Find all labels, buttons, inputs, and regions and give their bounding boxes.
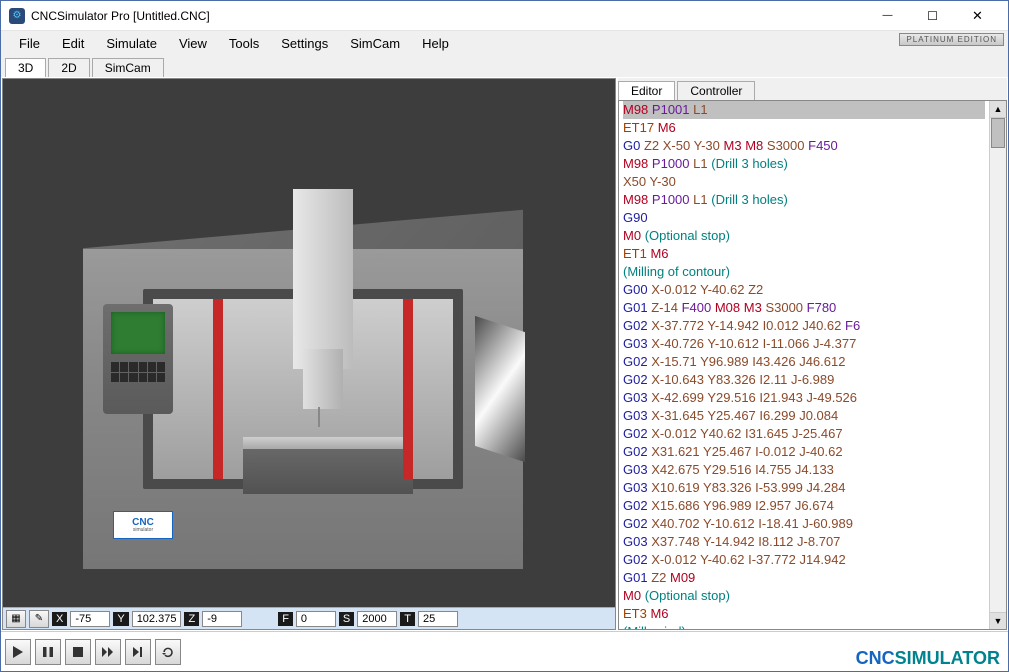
editor-panel: Editor Controller M98 P1001 L1ET17 M6G0 … <box>618 78 1007 630</box>
stop-button[interactable] <box>65 639 91 665</box>
status-mode-icon[interactable]: ▦ <box>6 610 26 628</box>
gcode-line[interactable]: G03 X10.619 Y83.326 I-53.999 J4.284 <box>623 479 985 497</box>
z-label: Z <box>184 612 199 626</box>
step-button[interactable] <box>125 639 151 665</box>
gcode-line[interactable]: G02 X-0.012 Y-40.62 I-37.772 J14.942 <box>623 551 985 569</box>
editor-body: M98 P1001 L1ET17 M6G0 Z2 X-50 Y-30 M3 M8… <box>618 100 1007 630</box>
editor-scrollbar[interactable]: ▲ ▼ <box>989 101 1006 629</box>
machine-logo: CNCsimulator <box>113 511 173 539</box>
menu-bar: File Edit Simulate View Tools Settings S… <box>1 31 1008 55</box>
menu-view[interactable]: View <box>169 34 217 53</box>
menu-edit[interactable]: Edit <box>52 34 94 53</box>
gcode-line[interactable]: G03 X-42.699 Y29.516 I21.943 J-49.526 <box>623 389 985 407</box>
machine-model: CNCsimulator <box>63 169 543 607</box>
status-bar: ▦ ✎ X -75 Y 102.375 Z -9 F 0 S 2000 T 25 <box>3 607 615 629</box>
gcode-line[interactable]: G02 X40.702 Y-10.612 I-18.41 J-60.989 <box>623 515 985 533</box>
tab-simcam[interactable]: SimCam <box>92 58 164 77</box>
t-value: 25 <box>418 611 458 627</box>
y-label: Y <box>113 612 128 626</box>
title-bar: CNCSimulator Pro [Untitled.CNC] <box>1 1 1008 31</box>
menu-file[interactable]: File <box>9 34 50 53</box>
view-tabs: 3D 2D SimCam <box>1 55 1008 77</box>
gcode-line[interactable]: G02 X-10.643 Y83.326 I2.11 J-6.989 <box>623 371 985 389</box>
x-value: -75 <box>70 611 110 627</box>
scroll-down-icon[interactable]: ▼ <box>990 612 1006 629</box>
scroll-up-icon[interactable]: ▲ <box>990 101 1006 118</box>
gcode-line[interactable]: G03 X-31.645 Y25.467 I6.299 J0.084 <box>623 407 985 425</box>
gcode-line[interactable]: ET1 M6 <box>623 245 985 263</box>
tab-controller[interactable]: Controller <box>677 81 755 100</box>
z-value: -9 <box>202 611 242 627</box>
gcode-line[interactable]: G02 X15.686 Y96.989 I2.957 J6.674 <box>623 497 985 515</box>
main-split: CNCsimulator ▦ ✎ X -75 Y 102.375 Z -9 F … <box>1 77 1008 631</box>
gcode-line[interactable]: M98 P1000 L1 (Drill 3 holes) <box>623 191 985 209</box>
s-label: S <box>339 612 354 626</box>
pause-button[interactable] <box>35 639 61 665</box>
t-label: T <box>400 612 415 626</box>
footer-logo: CNCSIMULATOR <box>856 648 1000 669</box>
gcode-line[interactable]: ET3 M6 <box>623 605 985 623</box>
scroll-thumb[interactable] <box>991 118 1005 148</box>
gcode-line[interactable]: G03 X-40.726 Y-10.612 I-11.066 J-4.377 <box>623 335 985 353</box>
gcode-line[interactable]: (Mill spiral) <box>623 623 985 629</box>
tab-2d[interactable]: 2D <box>48 58 89 77</box>
window-title: CNCSimulator Pro [Untitled.CNC] <box>31 9 865 23</box>
gcode-line[interactable]: G00 X-0.012 Y-40.62 Z2 <box>623 281 985 299</box>
gcode-line[interactable]: M0 (Optional stop) <box>623 587 985 605</box>
gcode-line[interactable]: G03 X37.748 Y-14.942 I8.112 J-8.707 <box>623 533 985 551</box>
gcode-line[interactable]: G90 <box>623 209 985 227</box>
gcode-line[interactable]: G02 X-0.012 Y40.62 I31.645 J-25.467 <box>623 425 985 443</box>
gcode-line[interactable]: M98 P1001 L1 <box>623 101 985 119</box>
loop-button[interactable] <box>155 639 181 665</box>
gcode-line[interactable]: G0 Z2 X-50 Y-30 M3 M8 S3000 F450 <box>623 137 985 155</box>
gcode-line[interactable]: M0 (Optional stop) <box>623 227 985 245</box>
maximize-button[interactable] <box>910 2 955 30</box>
gcode-editor[interactable]: M98 P1001 L1ET17 M6G0 Z2 X-50 Y-30 M3 M8… <box>619 101 989 629</box>
menu-help[interactable]: Help <box>412 34 459 53</box>
s-value: 2000 <box>357 611 397 627</box>
menu-simcam[interactable]: SimCam <box>340 34 410 53</box>
tab-3d[interactable]: 3D <box>5 58 46 77</box>
menu-tools[interactable]: Tools <box>219 34 269 53</box>
gcode-line[interactable]: G01 Z2 M09 <box>623 569 985 587</box>
gcode-line[interactable]: G02 X-15.71 Y96.989 I43.426 J46.612 <box>623 353 985 371</box>
app-icon <box>9 8 25 24</box>
play-button[interactable] <box>5 639 31 665</box>
gcode-line[interactable]: G01 Z-14 F400 M08 M3 S3000 F780 <box>623 299 985 317</box>
viewport-3d[interactable]: CNCsimulator <box>3 79 615 607</box>
gcode-line[interactable]: M98 P1000 L1 (Drill 3 holes) <box>623 155 985 173</box>
edition-badge: PLATINUM EDITION <box>899 33 1004 46</box>
status-edit-icon[interactable]: ✎ <box>29 610 49 628</box>
gcode-line[interactable]: ET17 M6 <box>623 119 985 137</box>
f-value: 0 <box>296 611 336 627</box>
close-button[interactable] <box>955 2 1000 30</box>
editor-tabs: Editor Controller <box>618 78 1007 100</box>
y-value: 102.375 <box>132 611 182 627</box>
tab-editor[interactable]: Editor <box>618 81 675 100</box>
fast-forward-button[interactable] <box>95 639 121 665</box>
gcode-line[interactable]: G02 X31.621 Y25.467 I-0.012 J-40.62 <box>623 443 985 461</box>
x-label: X <box>52 612 67 626</box>
gcode-line[interactable]: X50 Y-30 <box>623 173 985 191</box>
menu-simulate[interactable]: Simulate <box>96 34 167 53</box>
machine-control-panel <box>103 304 173 414</box>
f-label: F <box>278 612 293 626</box>
playback-bar: CNCSIMULATOR <box>1 631 1008 671</box>
viewport-wrapper: CNCsimulator ▦ ✎ X -75 Y 102.375 Z -9 F … <box>2 78 616 630</box>
menu-settings[interactable]: Settings <box>271 34 338 53</box>
minimize-button[interactable] <box>865 2 910 30</box>
gcode-line[interactable]: G03 X42.675 Y29.516 I4.755 J4.133 <box>623 461 985 479</box>
gcode-line[interactable]: G02 X-37.772 Y-14.942 I0.012 J40.62 F6 <box>623 317 985 335</box>
gcode-line[interactable]: (Milling of contour) <box>623 263 985 281</box>
